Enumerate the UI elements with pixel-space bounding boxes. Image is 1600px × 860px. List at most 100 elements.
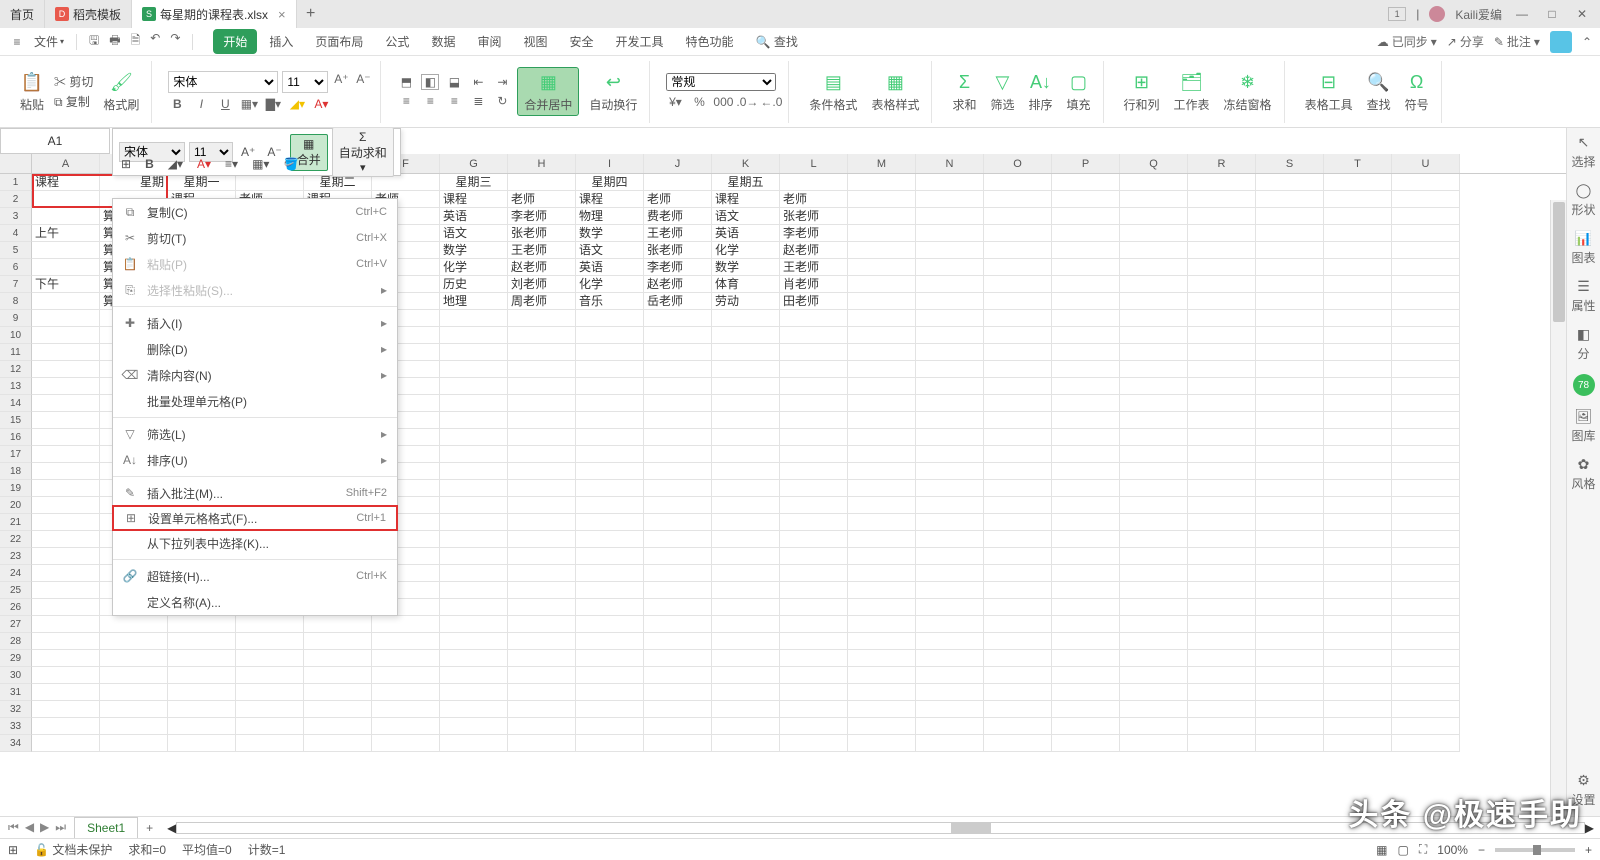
add-sheet-button[interactable]: +	[138, 821, 161, 835]
cell[interactable]	[848, 531, 916, 548]
cell[interactable]	[1392, 259, 1460, 276]
cell[interactable]	[1188, 616, 1256, 633]
row-13[interactable]: 13	[0, 378, 32, 395]
cell[interactable]	[644, 378, 712, 395]
cell[interactable]	[372, 667, 440, 684]
cell[interactable]	[780, 548, 848, 565]
cell[interactable]	[1052, 735, 1120, 752]
cell[interactable]: 上午	[32, 225, 100, 242]
name-box[interactable]: A1	[0, 128, 110, 154]
cell[interactable]	[644, 361, 712, 378]
cell[interactable]	[848, 735, 916, 752]
cell[interactable]: 赵老师	[644, 276, 712, 293]
cell[interactable]	[1120, 327, 1188, 344]
cell[interactable]	[644, 310, 712, 327]
cell[interactable]	[916, 242, 984, 259]
tab-layout[interactable]: 页面布局	[305, 29, 373, 54]
cell[interactable]: 王老师	[644, 225, 712, 242]
cell[interactable]	[916, 684, 984, 701]
cell[interactable]	[1188, 684, 1256, 701]
cell[interactable]	[1256, 497, 1324, 514]
cell[interactable]	[712, 684, 780, 701]
tab-dev[interactable]: 开发工具	[606, 29, 674, 54]
row-5[interactable]: 5	[0, 242, 32, 259]
tab-insert[interactable]: 插入	[259, 29, 303, 54]
view-normal-icon[interactable]: ▦	[1376, 843, 1387, 857]
cell[interactable]: 老师	[644, 191, 712, 208]
cell[interactable]	[1120, 174, 1188, 191]
cell[interactable]	[644, 701, 712, 718]
cell[interactable]	[1120, 684, 1188, 701]
cell[interactable]	[1120, 225, 1188, 242]
cell[interactable]	[1188, 514, 1256, 531]
cell[interactable]	[984, 276, 1052, 293]
cell[interactable]	[984, 225, 1052, 242]
cell[interactable]	[1188, 259, 1256, 276]
cell[interactable]	[576, 718, 644, 735]
cell[interactable]	[1188, 361, 1256, 378]
cell[interactable]	[508, 531, 576, 548]
cell[interactable]	[440, 650, 508, 667]
cell[interactable]	[100, 701, 168, 718]
cell[interactable]	[1052, 344, 1120, 361]
cell[interactable]	[1392, 531, 1460, 548]
tab-security[interactable]: 安全	[559, 29, 603, 54]
cell[interactable]	[440, 327, 508, 344]
cell[interactable]	[712, 667, 780, 684]
cell[interactable]	[576, 548, 644, 565]
tab-formula[interactable]: 公式	[375, 29, 419, 54]
cell[interactable]	[1324, 191, 1392, 208]
cell[interactable]	[32, 378, 100, 395]
cell[interactable]	[780, 446, 848, 463]
cell[interactable]	[32, 344, 100, 361]
cell[interactable]	[1120, 667, 1188, 684]
tab-special[interactable]: 特色功能	[676, 29, 744, 54]
freeze-button[interactable]: ❄冻结窗格	[1220, 68, 1276, 115]
row-30[interactable]: 30	[0, 667, 32, 684]
orient-icon[interactable]: ↻	[493, 93, 511, 109]
new-tab-button[interactable]: +	[297, 0, 325, 28]
cell[interactable]	[1052, 293, 1120, 310]
ctx-delete[interactable]: 删除(D)▸	[113, 336, 397, 362]
cell[interactable]: 星期四	[576, 174, 644, 191]
cell[interactable]: 老师	[780, 191, 848, 208]
zoom-in-icon[interactable]: +	[1585, 843, 1592, 857]
cell[interactable]	[1120, 310, 1188, 327]
cell[interactable]	[576, 531, 644, 548]
cell[interactable]	[644, 531, 712, 548]
cell[interactable]	[644, 429, 712, 446]
cell[interactable]	[1324, 378, 1392, 395]
cell[interactable]	[1392, 174, 1460, 191]
cell[interactable]	[644, 514, 712, 531]
cell[interactable]	[1392, 667, 1460, 684]
ctx-format-cells[interactable]: ⊞设置单元格格式(F)...Ctrl+1	[112, 505, 398, 531]
cell[interactable]	[780, 378, 848, 395]
cell[interactable]	[848, 310, 916, 327]
cell[interactable]	[576, 599, 644, 616]
row-10[interactable]: 10	[0, 327, 32, 344]
cell[interactable]: 英语	[712, 225, 780, 242]
cell[interactable]	[1120, 548, 1188, 565]
cell[interactable]	[32, 310, 100, 327]
cell[interactable]	[1324, 446, 1392, 463]
cell[interactable]	[1120, 378, 1188, 395]
cell[interactable]: 费老师	[644, 208, 712, 225]
cell[interactable]: 王老师	[780, 259, 848, 276]
cell[interactable]	[32, 395, 100, 412]
cell[interactable]	[1188, 276, 1256, 293]
cell[interactable]	[848, 582, 916, 599]
cell[interactable]	[1052, 208, 1120, 225]
cell[interactable]	[984, 395, 1052, 412]
cell[interactable]	[576, 327, 644, 344]
cell[interactable]	[236, 701, 304, 718]
side-shape[interactable]: ◯形状	[1571, 182, 1595, 218]
cell[interactable]	[1120, 514, 1188, 531]
cell[interactable]	[576, 633, 644, 650]
cell[interactable]	[644, 650, 712, 667]
cell[interactable]	[1120, 395, 1188, 412]
sum-button[interactable]: Σ求和	[948, 68, 980, 115]
cell[interactable]	[1120, 191, 1188, 208]
cell[interactable]	[1392, 684, 1460, 701]
cell[interactable]	[576, 616, 644, 633]
cell[interactable]: 李老师	[508, 208, 576, 225]
